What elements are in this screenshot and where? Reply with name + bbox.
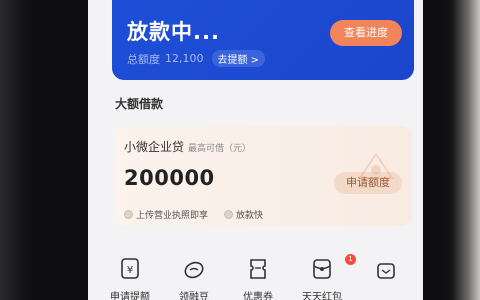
- phone-bezel-left: [40, 0, 88, 300]
- bean-icon: [183, 258, 205, 280]
- nav-label: 领融豆: [179, 292, 209, 300]
- loan-product-card[interactable]: 小微企业贷 最高可借（元） 200000 申请额度 上传营业执照即享 放款快: [114, 126, 412, 226]
- background-right: [440, 0, 480, 300]
- nav-item-beans[interactable]: 领融豆: [164, 258, 224, 300]
- yen-card-icon: ¥: [119, 258, 141, 280]
- nav-label: 天天红包: [302, 292, 342, 300]
- nav-item-gift[interactable]: [356, 258, 416, 288]
- perk-label: 上传营业执照即享: [136, 211, 209, 221]
- phone-bezel-right: [423, 0, 440, 300]
- decoration-icon: [358, 152, 394, 179]
- red-envelope-icon: 1: [311, 254, 356, 280]
- perk-license: 上传营业执照即享: [124, 208, 208, 221]
- check-icon: [124, 210, 133, 219]
- total-credit-amount: 12,100: [165, 52, 204, 65]
- nav-label: 申请提额: [110, 292, 150, 300]
- coupon-icon: [247, 258, 269, 280]
- raise-credit-link[interactable]: 去提额 >: [211, 50, 266, 67]
- notification-badge: 1: [345, 254, 356, 265]
- nav-item-coupons[interactable]: 优惠券: [228, 258, 288, 300]
- product-max-amount: 200000: [124, 166, 215, 190]
- nav-label: 优惠券: [243, 292, 273, 300]
- product-name: 小微企业贷: [124, 140, 185, 154]
- background-left: [0, 0, 40, 300]
- nav-item-red-envelope[interactable]: 1 天天红包: [292, 254, 356, 300]
- total-credit-label: 总额度: [127, 52, 160, 66]
- perk-fast: 放款快: [224, 208, 263, 221]
- check-icon: [224, 210, 233, 219]
- total-credit-row: 总额度 12,100 去提额 >: [127, 50, 266, 67]
- loan-status-card: 放款中... 查看进度 总额度 12,100 去提额 >: [112, 0, 414, 80]
- product-name-row: 小微企业贷 最高可借（元）: [124, 138, 251, 155]
- svg-text:¥: ¥: [127, 265, 133, 276]
- phone-screen: 放款中... 查看进度 总额度 12,100 去提额 > 大额借款 小微企业贷 …: [88, 0, 423, 300]
- nav-item-raise-credit[interactable]: ¥ 申请提额: [100, 258, 160, 300]
- loan-status-text: 放款中...: [127, 20, 220, 44]
- product-max-label: 最高可借（元）: [188, 144, 252, 154]
- view-progress-button[interactable]: 查看进度: [330, 20, 402, 46]
- perk-label: 放款快: [236, 211, 264, 221]
- section-title: 大额借款: [115, 97, 164, 111]
- gift-icon: [375, 258, 397, 280]
